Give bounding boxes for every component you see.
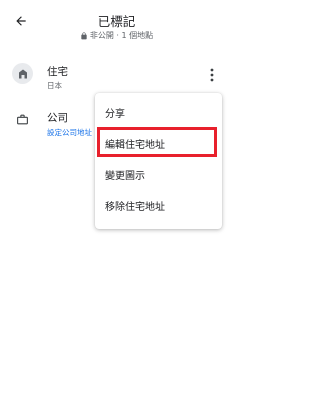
home-icon — [12, 63, 33, 84]
list-privacy-subtitle: 非公開 · 1 個地點 — [0, 30, 233, 41]
menu-item-share[interactable]: 分享 — [95, 97, 222, 127]
menu-item-change-icon[interactable]: 變更圖示 — [95, 159, 222, 189]
home-place-subtitle: 日本 — [47, 81, 62, 90]
lock-icon — [80, 31, 88, 40]
briefcase-icon — [12, 109, 33, 130]
more-options-button[interactable] — [205, 66, 219, 84]
subtitle-text: 非公開 · 1 個地點 — [89, 31, 154, 40]
menu-item-remove-home-address[interactable]: 移除住宅地址 — [95, 190, 222, 220]
set-work-address-link[interactable]: 設定公司地址 — [47, 127, 97, 138]
work-place-title[interactable]: 公司 — [47, 110, 68, 125]
page-title: 已標記 — [97, 14, 136, 29]
menu-item-edit-home-address[interactable]: 編輯住宅地址 — [95, 128, 222, 158]
saved-list-page: 已標記 非公開 · 1 個地點 住宅 日本 公司 設定公司地址 分享 編輯住宅地… — [0, 0, 233, 400]
overflow-menu: 分享 編輯住宅地址 變更圖示 移除住宅地址 — [95, 93, 222, 229]
more-vert-icon — [210, 68, 214, 82]
home-place-title[interactable]: 住宅 — [47, 64, 68, 79]
